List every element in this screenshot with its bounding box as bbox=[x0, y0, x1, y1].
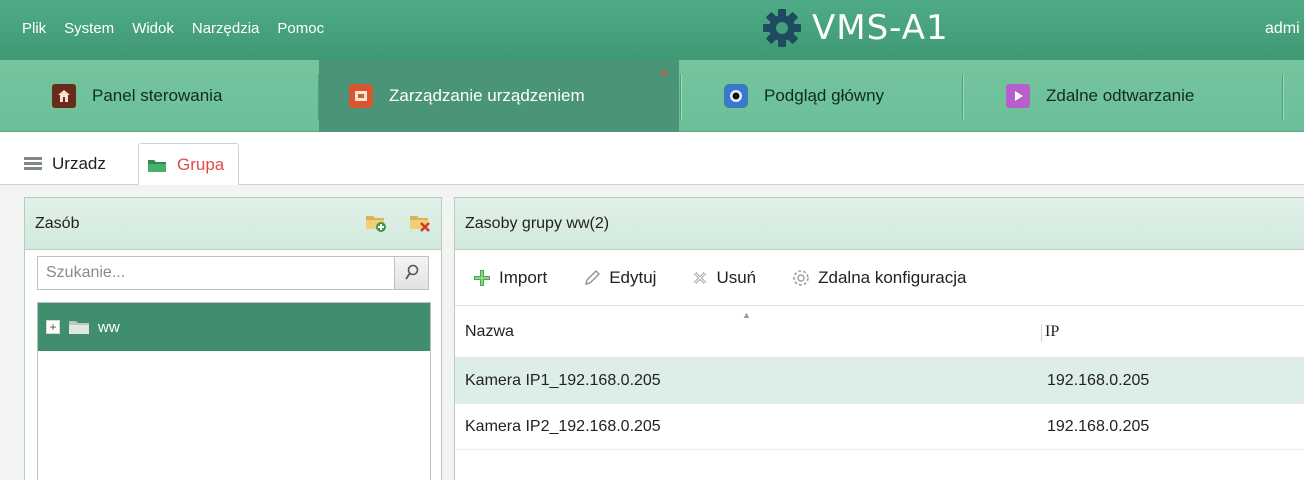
delete-group-icon[interactable] bbox=[409, 212, 431, 232]
tab-urzadz[interactable]: Urzadz bbox=[24, 143, 106, 185]
group-folder-icon bbox=[148, 159, 166, 172]
folder-icon bbox=[69, 321, 89, 334]
menu-narzedzia[interactable]: Narzędzia bbox=[192, 20, 260, 37]
plus-icon bbox=[474, 269, 490, 286]
sort-arrow-icon: ▲ bbox=[742, 310, 751, 320]
resource-panel: Zasób + bbox=[24, 197, 442, 480]
search-input[interactable] bbox=[37, 256, 395, 290]
menu-widok[interactable]: Widok bbox=[132, 20, 174, 37]
add-group-icon[interactable] bbox=[365, 212, 387, 232]
tab-label: Zdalne odtwarzanie bbox=[1046, 86, 1195, 105]
tab-grupa[interactable]: Grupa bbox=[138, 143, 240, 186]
table-header: ▲ Nazwa IP bbox=[455, 306, 1304, 358]
tab-separator bbox=[680, 74, 681, 120]
search-button[interactable] bbox=[395, 256, 429, 290]
tab-label: Zarządzanie urządzeniem bbox=[389, 86, 585, 105]
delete-label: Usuń bbox=[716, 267, 757, 287]
resource-panel-title: Zasób bbox=[35, 214, 80, 232]
main-menu: Plik System Widok Narzędzia Pomoc bbox=[22, 20, 324, 37]
toolbar: Import Edytuj Usuń Zdalna konfiguracja bbox=[455, 250, 1304, 306]
table-row[interactable]: Kamera IP1_192.168.0.205 192.168.0.205 bbox=[455, 358, 1304, 404]
column-header-name[interactable]: Nazwa bbox=[465, 323, 514, 341]
menu-bar: Plik System Widok Narzędzia Pomoc VMS-A1… bbox=[0, 0, 1304, 60]
pencil-icon bbox=[585, 269, 601, 285]
tab-separator bbox=[962, 74, 963, 120]
tree-item-ww[interactable]: + ww bbox=[38, 303, 430, 351]
tab-separator bbox=[1282, 74, 1283, 120]
user-name[interactable]: admi bbox=[1265, 20, 1300, 38]
remote-config-label: Zdalna konfiguracja bbox=[818, 267, 967, 287]
camera-icon bbox=[724, 84, 748, 108]
close-tab-icon[interactable]: × bbox=[660, 66, 667, 80]
group-resources-header: Zasoby grupy ww(2) bbox=[455, 198, 1304, 250]
menu-pomoc[interactable]: Pomoc bbox=[277, 20, 324, 37]
app-title: VMS-A1 bbox=[812, 8, 949, 48]
column-header-ip[interactable]: IP bbox=[1045, 323, 1059, 341]
cell-name: Kamera IP2_192.168.0.205 bbox=[465, 417, 661, 435]
cell-name: Kamera IP1_192.168.0.205 bbox=[465, 371, 661, 389]
sub-tab-bar: Urzadz Grupa bbox=[0, 133, 1304, 186]
import-button[interactable]: Import bbox=[473, 268, 547, 288]
group-resources-title: Zasoby grupy ww(2) bbox=[465, 214, 610, 232]
delete-button[interactable]: Usuń bbox=[692, 268, 756, 288]
module-bar: Panel sterowania Zarządzanie urządzeniem… bbox=[0, 60, 1304, 132]
content-area: Zasób + bbox=[0, 185, 1304, 480]
app-brand: VMS-A1 bbox=[762, 8, 949, 48]
tab-urzadz-label: Urzadz bbox=[52, 154, 106, 173]
column-separator[interactable] bbox=[1041, 324, 1042, 342]
device-management-icon bbox=[349, 84, 373, 108]
resource-tree: + ww bbox=[37, 302, 431, 480]
resource-panel-header: Zasób bbox=[25, 198, 441, 250]
group-resources-panel: Zasoby grupy ww(2) Import Edytuj Usuń Zd… bbox=[454, 197, 1304, 480]
tab-podglad-glowny[interactable]: Podgląd główny bbox=[724, 60, 884, 132]
tab-label: Panel sterowania bbox=[92, 86, 223, 105]
logo-gear-icon bbox=[763, 9, 801, 47]
remote-config-button[interactable]: Zdalna konfiguracja bbox=[792, 267, 967, 288]
tab-panel-sterowania[interactable]: Panel sterowania bbox=[52, 60, 222, 132]
import-label: Import bbox=[499, 267, 548, 287]
tab-grupa-label: Grupa bbox=[177, 154, 225, 174]
cell-ip: 192.168.0.205 bbox=[1047, 417, 1150, 435]
cell-ip: 192.168.0.205 bbox=[1047, 371, 1150, 389]
device-list-icon bbox=[24, 157, 42, 170]
table-row[interactable]: Kamera IP2_192.168.0.205 192.168.0.205 bbox=[455, 404, 1304, 450]
menu-plik[interactable]: Plik bbox=[22, 20, 46, 37]
edit-button[interactable]: Edytuj bbox=[583, 268, 656, 288]
play-icon bbox=[1006, 84, 1030, 108]
menu-system[interactable]: System bbox=[64, 20, 114, 37]
resource-actions bbox=[365, 212, 431, 232]
home-icon bbox=[52, 84, 76, 108]
tab-zarzadzanie-urzadzeniem[interactable]: Zarządzanie urządzeniem bbox=[319, 60, 679, 132]
tab-label: Podgląd główny bbox=[764, 86, 885, 105]
gear-icon bbox=[793, 269, 809, 286]
expand-icon[interactable]: + bbox=[46, 320, 60, 334]
resource-search bbox=[37, 256, 429, 290]
search-icon bbox=[404, 264, 418, 280]
delete-icon bbox=[694, 271, 707, 284]
edit-label: Edytuj bbox=[609, 267, 657, 287]
tab-zdalne-odtwarzanie[interactable]: Zdalne odtwarzanie bbox=[1006, 60, 1194, 132]
tree-item-label: ww bbox=[98, 318, 120, 336]
